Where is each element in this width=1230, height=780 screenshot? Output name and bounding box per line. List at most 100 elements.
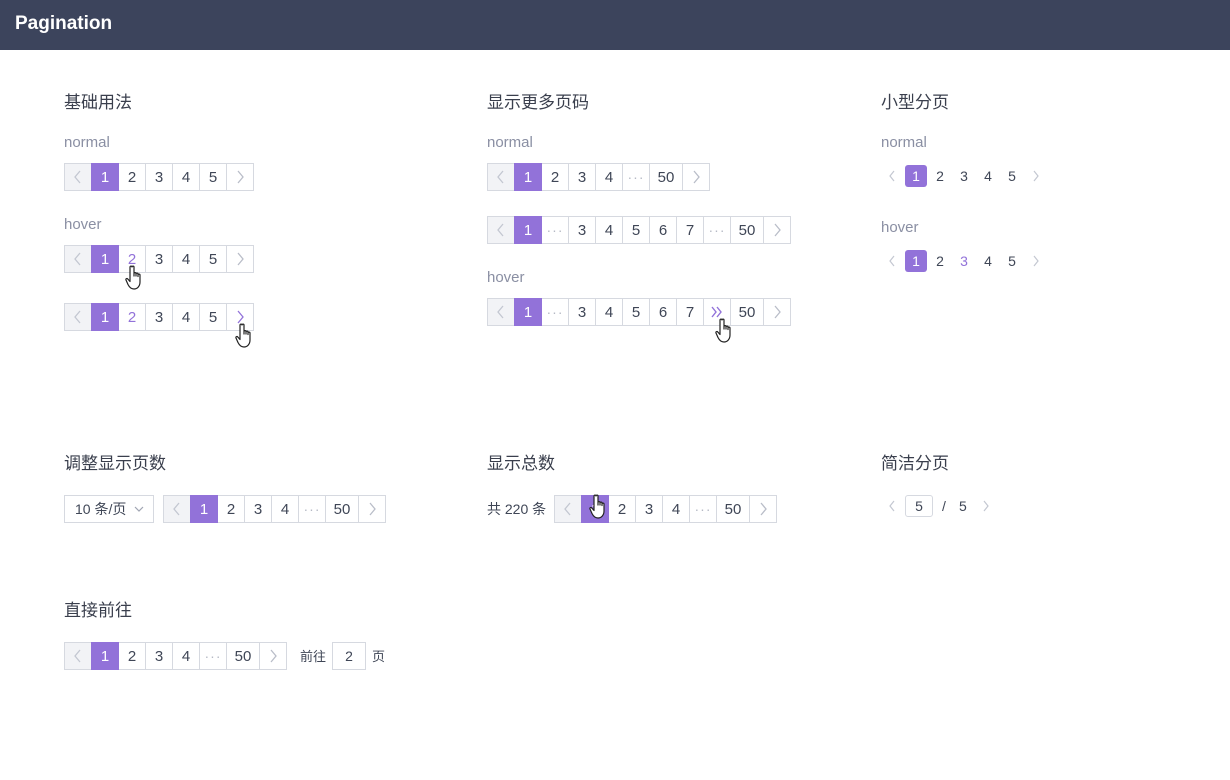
page-3[interactable]: 3 <box>568 163 596 191</box>
next-button[interactable] <box>682 163 710 191</box>
prev-button[interactable] <box>64 303 92 331</box>
next-button[interactable] <box>358 495 386 523</box>
page-5[interactable]: 5 <box>199 245 227 273</box>
next-button[interactable] <box>974 495 998 517</box>
prev-button[interactable] <box>554 495 582 523</box>
goto-page-input[interactable]: 2 <box>332 642 366 670</box>
chevron-right-icon <box>983 500 989 512</box>
page-2[interactable]: 2 <box>217 495 245 523</box>
page-50[interactable]: 50 <box>226 642 260 670</box>
page-3[interactable]: 3 <box>952 165 976 187</box>
next-button[interactable] <box>763 216 791 244</box>
page-2[interactable]: 2 <box>541 163 569 191</box>
page-5[interactable]: 5 <box>622 298 650 326</box>
page-5[interactable]: 5 <box>622 216 650 244</box>
page-1[interactable]: 1 <box>91 245 119 273</box>
page-2[interactable]: 2 <box>118 303 146 331</box>
page-6[interactable]: 6 <box>649 298 677 326</box>
pagination-jump: 1 2 3 4 ··· 50 <box>64 642 287 670</box>
page-3[interactable]: 3 <box>244 495 272 523</box>
page-50[interactable]: 50 <box>716 495 750 523</box>
ellipsis-icon[interactable]: ··· <box>541 298 569 326</box>
next-button[interactable] <box>1024 250 1048 272</box>
page-2[interactable]: 2 <box>928 250 952 272</box>
page-4[interactable]: 4 <box>172 245 200 273</box>
page-4[interactable]: 4 <box>172 303 200 331</box>
fast-forward-button[interactable] <box>703 298 731 326</box>
ellipsis-icon[interactable]: ··· <box>703 216 731 244</box>
page-3[interactable]: 3 <box>145 163 173 191</box>
page-1[interactable]: 1 <box>91 303 119 331</box>
next-button[interactable] <box>1024 165 1048 187</box>
prev-button[interactable] <box>163 495 191 523</box>
page-4[interactable]: 4 <box>271 495 299 523</box>
page-4[interactable]: 4 <box>595 216 623 244</box>
page-2[interactable]: 2 <box>608 495 636 523</box>
page-50[interactable]: 50 <box>649 163 683 191</box>
page-50[interactable]: 50 <box>325 495 359 523</box>
prev-button[interactable] <box>64 245 92 273</box>
page-4[interactable]: 4 <box>976 165 1000 187</box>
page-1[interactable]: 1 <box>91 642 119 670</box>
ellipsis-icon[interactable]: ··· <box>622 163 650 191</box>
page-1[interactable]: 1 <box>91 163 119 191</box>
prev-button[interactable] <box>880 250 904 272</box>
page-1[interactable]: 1 <box>514 298 542 326</box>
page-1[interactable]: 1 <box>905 165 927 187</box>
page-50[interactable]: 50 <box>730 216 764 244</box>
next-button[interactable] <box>226 245 254 273</box>
prev-button[interactable] <box>487 298 515 326</box>
page-6[interactable]: 6 <box>649 216 677 244</box>
page-7[interactable]: 7 <box>676 216 704 244</box>
label-hover: hover <box>487 269 525 286</box>
page-3[interactable]: 3 <box>635 495 663 523</box>
next-button[interactable] <box>226 303 254 331</box>
page-1[interactable]: 1 <box>190 495 218 523</box>
simple-page-input[interactable]: 5 <box>905 495 933 517</box>
next-button[interactable] <box>763 298 791 326</box>
page-3[interactable]: 3 <box>568 216 596 244</box>
page-4[interactable]: 4 <box>595 163 623 191</box>
page-5[interactable]: 5 <box>1000 250 1024 272</box>
page-4[interactable]: 4 <box>595 298 623 326</box>
page-3[interactable]: 3 <box>568 298 596 326</box>
prev-button[interactable] <box>487 216 515 244</box>
page-5[interactable]: 5 <box>199 303 227 331</box>
ellipsis-icon[interactable]: ··· <box>199 642 227 670</box>
pagination-simple <box>880 495 904 517</box>
page-1[interactable]: 1 <box>905 250 927 272</box>
page-3[interactable]: 3 <box>952 250 976 272</box>
next-button[interactable] <box>226 163 254 191</box>
page-4[interactable]: 4 <box>172 163 200 191</box>
page-5[interactable]: 5 <box>1000 165 1024 187</box>
page-50[interactable]: 50 <box>730 298 764 326</box>
page-2[interactable]: 2 <box>928 165 952 187</box>
prev-button[interactable] <box>880 165 904 187</box>
page-2[interactable]: 2 <box>118 245 146 273</box>
page-size-select[interactable]: 10 条/页 <box>64 495 154 523</box>
chevron-right-icon <box>760 502 767 516</box>
chevron-right-icon <box>1033 255 1039 267</box>
page-5[interactable]: 5 <box>199 163 227 191</box>
page-7[interactable]: 7 <box>676 298 704 326</box>
ellipsis-icon[interactable]: ··· <box>298 495 326 523</box>
page-4[interactable]: 4 <box>172 642 200 670</box>
prev-button[interactable] <box>880 495 904 517</box>
ellipsis-icon[interactable]: ··· <box>541 216 569 244</box>
page-1[interactable]: 1 <box>514 216 542 244</box>
page-3[interactable]: 3 <box>145 245 173 273</box>
page-2[interactable]: 2 <box>118 163 146 191</box>
page-3[interactable]: 3 <box>145 303 173 331</box>
prev-button[interactable] <box>64 163 92 191</box>
page-3[interactable]: 3 <box>145 642 173 670</box>
page-1[interactable]: 1 <box>514 163 542 191</box>
ellipsis-icon[interactable]: ··· <box>689 495 717 523</box>
page-1[interactable]: 1 <box>581 495 609 523</box>
page-4[interactable]: 4 <box>976 250 1000 272</box>
next-button[interactable] <box>259 642 287 670</box>
next-button[interactable] <box>749 495 777 523</box>
page-2[interactable]: 2 <box>118 642 146 670</box>
prev-button[interactable] <box>487 163 515 191</box>
page-4[interactable]: 4 <box>662 495 690 523</box>
prev-button[interactable] <box>64 642 92 670</box>
